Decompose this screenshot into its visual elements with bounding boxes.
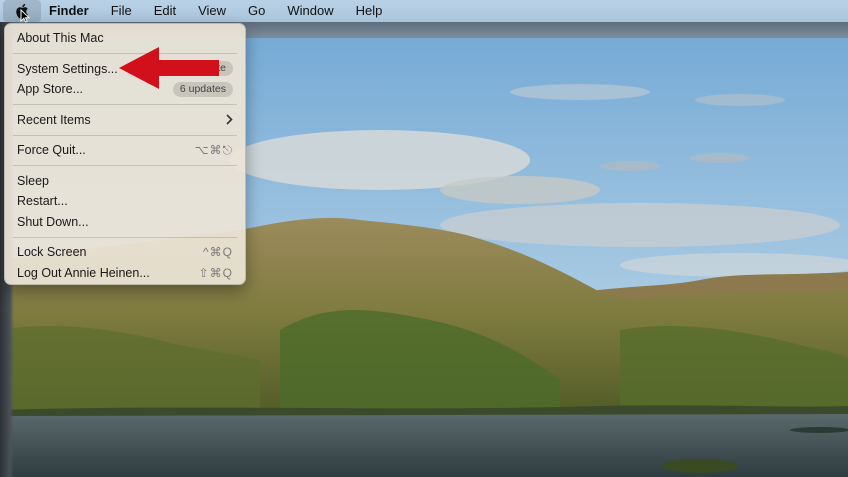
- mouse-pointer-icon: [20, 9, 30, 23]
- menu-item-sleep[interactable]: Sleep: [5, 171, 245, 192]
- menu-item-recent-items[interactable]: Recent Items: [5, 110, 245, 131]
- chevron-right-icon: [226, 114, 233, 125]
- menu-item-label: Shut Down...: [17, 214, 89, 229]
- keyboard-shortcut: ^⌘Q: [203, 245, 233, 260]
- menu-separator: [13, 165, 237, 166]
- menu-item-label: Log Out Annie Heinen...: [17, 265, 150, 280]
- menu-item-log-out[interactable]: Log Out Annie Heinen... ⇧⌘Q: [5, 263, 245, 284]
- menu-window[interactable]: Window: [276, 0, 344, 22]
- menu-bar: Finder File Edit View Go Window Help: [0, 0, 848, 22]
- menu-item-label: Lock Screen: [17, 245, 87, 260]
- menu-separator: [13, 134, 237, 136]
- menu-item-shut-down[interactable]: Shut Down...: [5, 212, 245, 233]
- menu-item-label: Restart...: [17, 194, 68, 209]
- menu-separator: [13, 236, 237, 238]
- menu-item-force-quit[interactable]: Force Quit... ⌥⌘⎋: [5, 140, 245, 161]
- menu-item-label: Recent Items: [17, 112, 91, 127]
- menu-help[interactable]: Help: [345, 0, 394, 22]
- menu-separator: [13, 104, 237, 105]
- menu-item-restart[interactable]: Restart...: [5, 191, 245, 212]
- menu-edit[interactable]: Edit: [143, 0, 187, 22]
- menu-file[interactable]: File: [100, 0, 143, 22]
- menu-item-label: Sleep: [17, 173, 49, 188]
- menu-item-label: Force Quit...: [17, 143, 86, 158]
- menu-item-lock-screen[interactable]: Lock Screen ^⌘Q: [5, 242, 245, 263]
- menu-go[interactable]: Go: [237, 0, 276, 22]
- menu-view[interactable]: View: [187, 0, 237, 22]
- menu-finder[interactable]: Finder: [41, 0, 100, 22]
- keyboard-shortcut: ⇧⌘Q: [198, 265, 233, 280]
- keyboard-shortcut: ⌥⌘⎋: [194, 142, 233, 157]
- red-arrow-icon: [119, 47, 219, 89]
